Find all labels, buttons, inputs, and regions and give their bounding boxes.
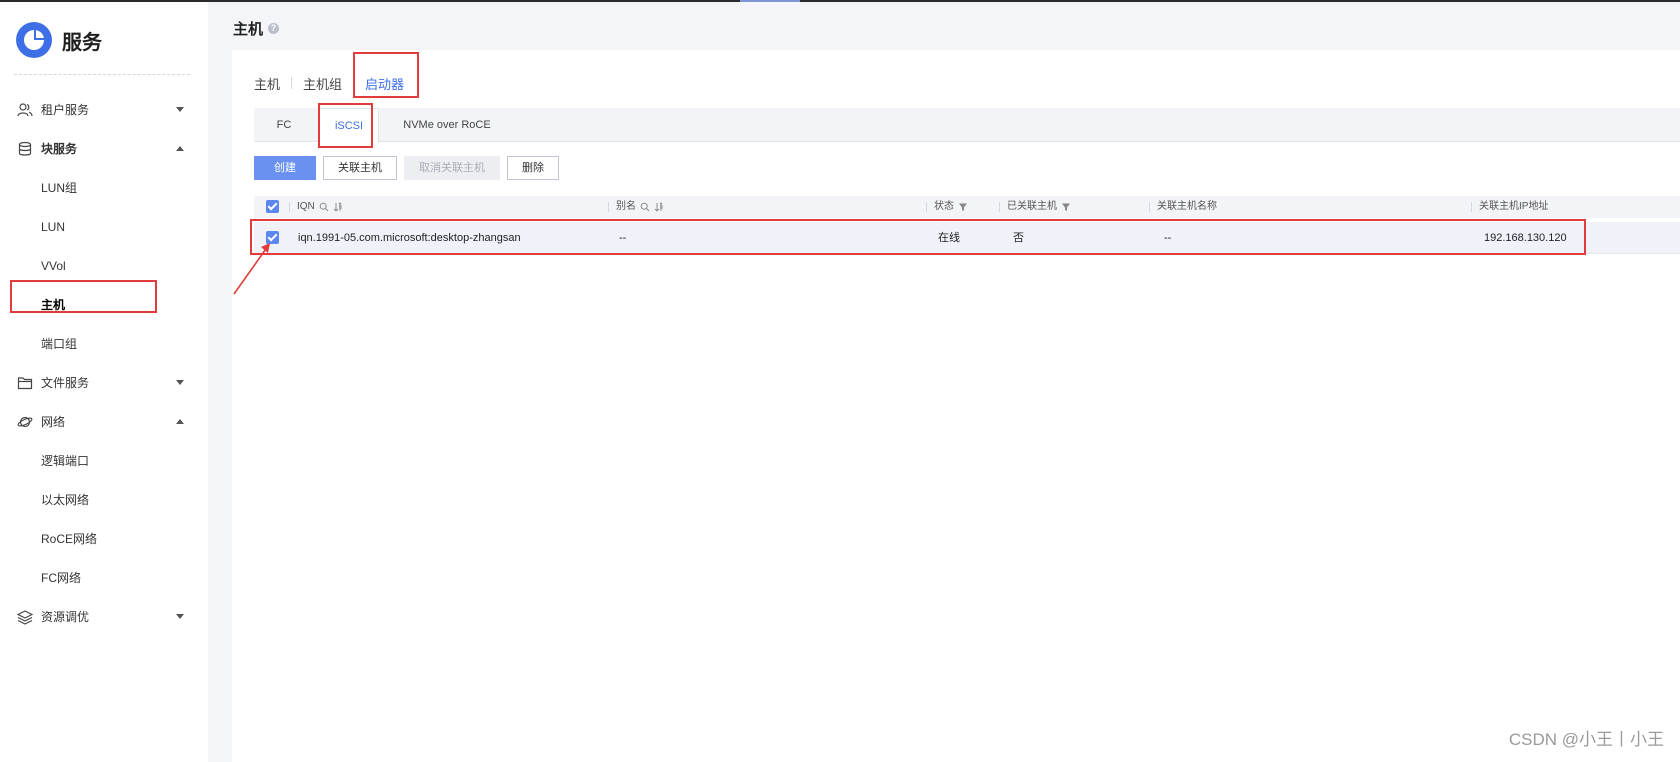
search-icon[interactable] — [319, 202, 329, 212]
column-header-host-ip: 关联主机IP地址 — [1471, 196, 1548, 218]
sidebar-nav: 租户服务 块服务 LUN组 LUN VVol 主机 端口组 文件服务 网络 逻辑… — [0, 90, 208, 636]
column-header-host-name: 关联主机名称 — [1149, 196, 1217, 218]
sidebar-item-label: 以太网络 — [41, 493, 90, 507]
sidebar-item-fc-network[interactable]: FC网络 — [0, 558, 208, 597]
column-header-alias: 别名 — [608, 196, 664, 218]
column-header-associated: 已关联主机 — [999, 196, 1071, 218]
planet-icon — [17, 416, 33, 428]
service-logo-icon — [16, 22, 52, 58]
brand-divider — [14, 74, 190, 75]
column-header-iqn: IQN — [289, 196, 343, 218]
sidebar-item-label: 块服务 — [41, 142, 78, 156]
sidebar-item-logical-port[interactable]: 逻辑端口 — [0, 441, 208, 480]
protocol-subtabs: FC iSCSI NVMe over RoCE — [254, 108, 1680, 143]
table-header: IQN 别名 状态 已关联主机 关联主机名称 关联主机IP地址 — [254, 196, 1680, 218]
help-icon[interactable]: ? — [268, 23, 280, 34]
sidebar-item-lun-group[interactable]: LUN组 — [0, 168, 208, 207]
chevron-up-icon — [176, 419, 184, 424]
column-divider — [999, 202, 1000, 212]
sidebar: 服务 租户服务 块服务 LUN组 LUN VVol 主机 端口组 文件服务 网络… — [0, 2, 208, 762]
page-title: 主机 ? — [233, 18, 280, 39]
create-button[interactable]: 创建 — [254, 156, 316, 180]
sidebar-item-label: LUN组 — [41, 181, 78, 195]
column-header-status: 状态 — [926, 196, 968, 218]
select-all-checkbox[interactable] — [266, 200, 279, 213]
column-divider — [1149, 202, 1150, 212]
sidebar-item-label: LUN — [41, 219, 66, 234]
sidebar-item-label: 网络 — [41, 415, 66, 429]
brand-title: 服务 — [62, 31, 102, 54]
sidebar-item-label: 租户服务 — [41, 103, 90, 117]
page-title-text: 主机 — [233, 21, 264, 38]
column-header-label: 关联主机名称 — [1157, 201, 1217, 212]
sidebar-item-ethernet[interactable]: 以太网络 — [0, 480, 208, 519]
highlight-box-initiator-tab — [353, 52, 419, 98]
chevron-down-icon — [176, 380, 184, 385]
tab-host-group[interactable]: 主机组 — [303, 74, 342, 93]
tab-host[interactable]: 主机 — [254, 74, 280, 93]
sidebar-item-label: 文件服务 — [41, 376, 90, 390]
disassociate-host-button[interactable]: 取消关联主机 — [404, 156, 500, 180]
column-divider — [289, 202, 290, 212]
sidebar-item-file-service[interactable]: 文件服务 — [0, 363, 208, 402]
sort-icon[interactable] — [654, 202, 664, 212]
sidebar-item-label: 资源调优 — [41, 610, 90, 624]
sidebar-item-roce-network[interactable]: RoCE网络 — [0, 519, 208, 558]
brand: 服务 — [16, 20, 102, 60]
sidebar-item-block-service[interactable]: 块服务 — [0, 129, 208, 168]
sidebar-item-port-group[interactable]: 端口组 — [0, 324, 208, 363]
column-header-label: 状态 — [934, 201, 954, 212]
sidebar-item-label: 端口组 — [41, 337, 78, 351]
users-icon — [17, 103, 33, 117]
chevron-up-icon — [176, 146, 184, 151]
delete-button[interactable]: 删除 — [507, 156, 559, 180]
column-header-label: 关联主机IP地址 — [1479, 201, 1549, 212]
chevron-down-icon — [176, 614, 184, 619]
subtab-fc[interactable]: FC — [254, 108, 314, 142]
chevron-down-icon — [176, 107, 184, 112]
sort-icon[interactable] — [333, 202, 343, 212]
folder-icon — [17, 377, 33, 390]
annotation-arrow-icon — [233, 243, 270, 295]
sidebar-item-label: 逻辑端口 — [41, 454, 90, 468]
subtab-nvme-over-roce[interactable]: NVMe over RoCE — [387, 108, 507, 142]
sidebar-item-tenant-service[interactable]: 租户服务 — [0, 90, 208, 129]
watermark: CSDN @小王丨小王 — [1508, 730, 1664, 749]
sidebar-item-network[interactable]: 网络 — [0, 402, 208, 441]
column-header-label: IQN — [297, 201, 315, 212]
tab-divider — [291, 77, 293, 89]
highlight-box-initiator-row — [250, 219, 1586, 255]
associate-host-button[interactable]: 关联主机 — [323, 156, 397, 180]
sidebar-item-label: VVol — [41, 258, 66, 273]
column-header-label: 已关联主机 — [1007, 201, 1057, 212]
column-header-label: 别名 — [616, 201, 636, 212]
sidebar-item-lun[interactable]: LUN — [0, 207, 208, 246]
layers-icon — [17, 610, 33, 625]
database-icon — [18, 141, 32, 156]
sidebar-item-label: RoCE网络 — [41, 532, 98, 546]
column-divider — [1471, 202, 1472, 212]
highlight-box-iscsi-subtab — [318, 103, 373, 148]
highlight-box-host-nav — [10, 280, 157, 313]
sidebar-item-label: FC网络 — [41, 571, 81, 585]
filter-icon[interactable] — [958, 202, 968, 212]
toolbar: 创建 关联主机 取消关联主机 删除 — [254, 156, 566, 180]
filter-icon[interactable] — [1061, 202, 1071, 212]
column-divider — [608, 202, 609, 212]
search-icon[interactable] — [640, 202, 650, 212]
column-divider — [926, 202, 927, 212]
sidebar-item-resource-tuning[interactable]: 资源调优 — [0, 597, 208, 636]
